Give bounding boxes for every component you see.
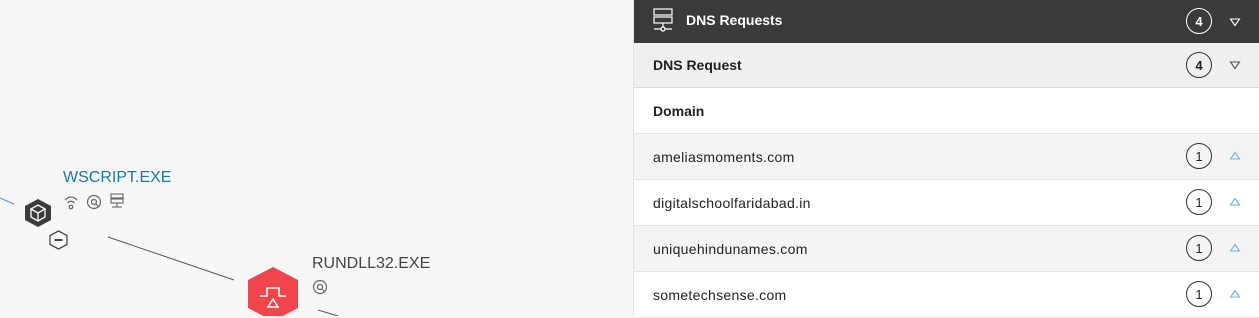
column-title: Domain <box>653 103 705 119</box>
section-title: DNS Request <box>653 57 742 73</box>
chevron-up-icon[interactable] <box>1229 243 1241 253</box>
domain-column-header: Domain <box>634 88 1259 134</box>
dns-server-icon <box>653 8 673 32</box>
count-badge: 1 <box>1186 235 1212 261</box>
edge-incoming <box>0 197 15 205</box>
count-badge: 1 <box>1186 143 1212 169</box>
edge-rundll32-out <box>317 309 339 316</box>
chevron-down-icon[interactable] <box>1229 60 1241 70</box>
count-badge: 1 <box>1186 189 1212 215</box>
domain-name: ameliasmoments.com <box>653 149 795 165</box>
chevron-up-icon[interactable] <box>1229 151 1241 161</box>
domain-name: digitalschoolfaridabad.in <box>653 195 811 211</box>
rundll32-node-label[interactable]: RUNDLL32.EXE <box>312 255 430 273</box>
domain-name: uniquehindunames.com <box>653 241 808 257</box>
dns-requests-header[interactable]: DNS Requests 4 <box>634 0 1259 43</box>
dns-request-section-header[interactable]: DNS Request 4 <box>634 43 1259 88</box>
domain-list: ameliasmoments.com 1 digitalschoolfarida… <box>634 134 1259 318</box>
chevron-up-icon[interactable] <box>1229 197 1241 207</box>
domain-name: sometechsense.com <box>653 287 787 303</box>
chevron-down-icon[interactable] <box>1229 17 1241 27</box>
count-badge: 1 <box>1186 281 1212 307</box>
domain-row[interactable]: digitalschoolfaridabad.in 1 <box>634 180 1259 226</box>
network-icon <box>64 196 78 210</box>
edge-wscript-rundll32 <box>107 236 235 281</box>
panel-title: DNS Requests <box>686 12 783 28</box>
domain-row[interactable]: uniquehindunames.com 1 <box>634 226 1259 272</box>
collapse-node-icon[interactable] <box>49 230 68 250</box>
count-badge: 4 <box>1186 52 1212 78</box>
rundll32-node-icon[interactable] <box>247 266 299 316</box>
dns-details-panel: DNS Requests 4 DNS Request 4 Domain amel… <box>633 0 1259 318</box>
wscript-node-icon[interactable] <box>24 198 52 228</box>
domain-row[interactable]: ameliasmoments.com 1 <box>634 134 1259 180</box>
dns-server-icon <box>110 193 124 208</box>
registry-icon <box>86 194 102 210</box>
count-badge: 4 <box>1186 8 1212 34</box>
chevron-up-icon[interactable] <box>1229 289 1241 299</box>
registry-icon <box>312 279 328 295</box>
domain-row[interactable]: sometechsense.com 1 <box>634 272 1259 318</box>
wscript-node-label[interactable]: WSCRIPT.EXE <box>63 169 171 187</box>
process-graph-canvas[interactable]: WSCRIPT.EXE RUNDLL32.EXE <box>0 0 633 316</box>
